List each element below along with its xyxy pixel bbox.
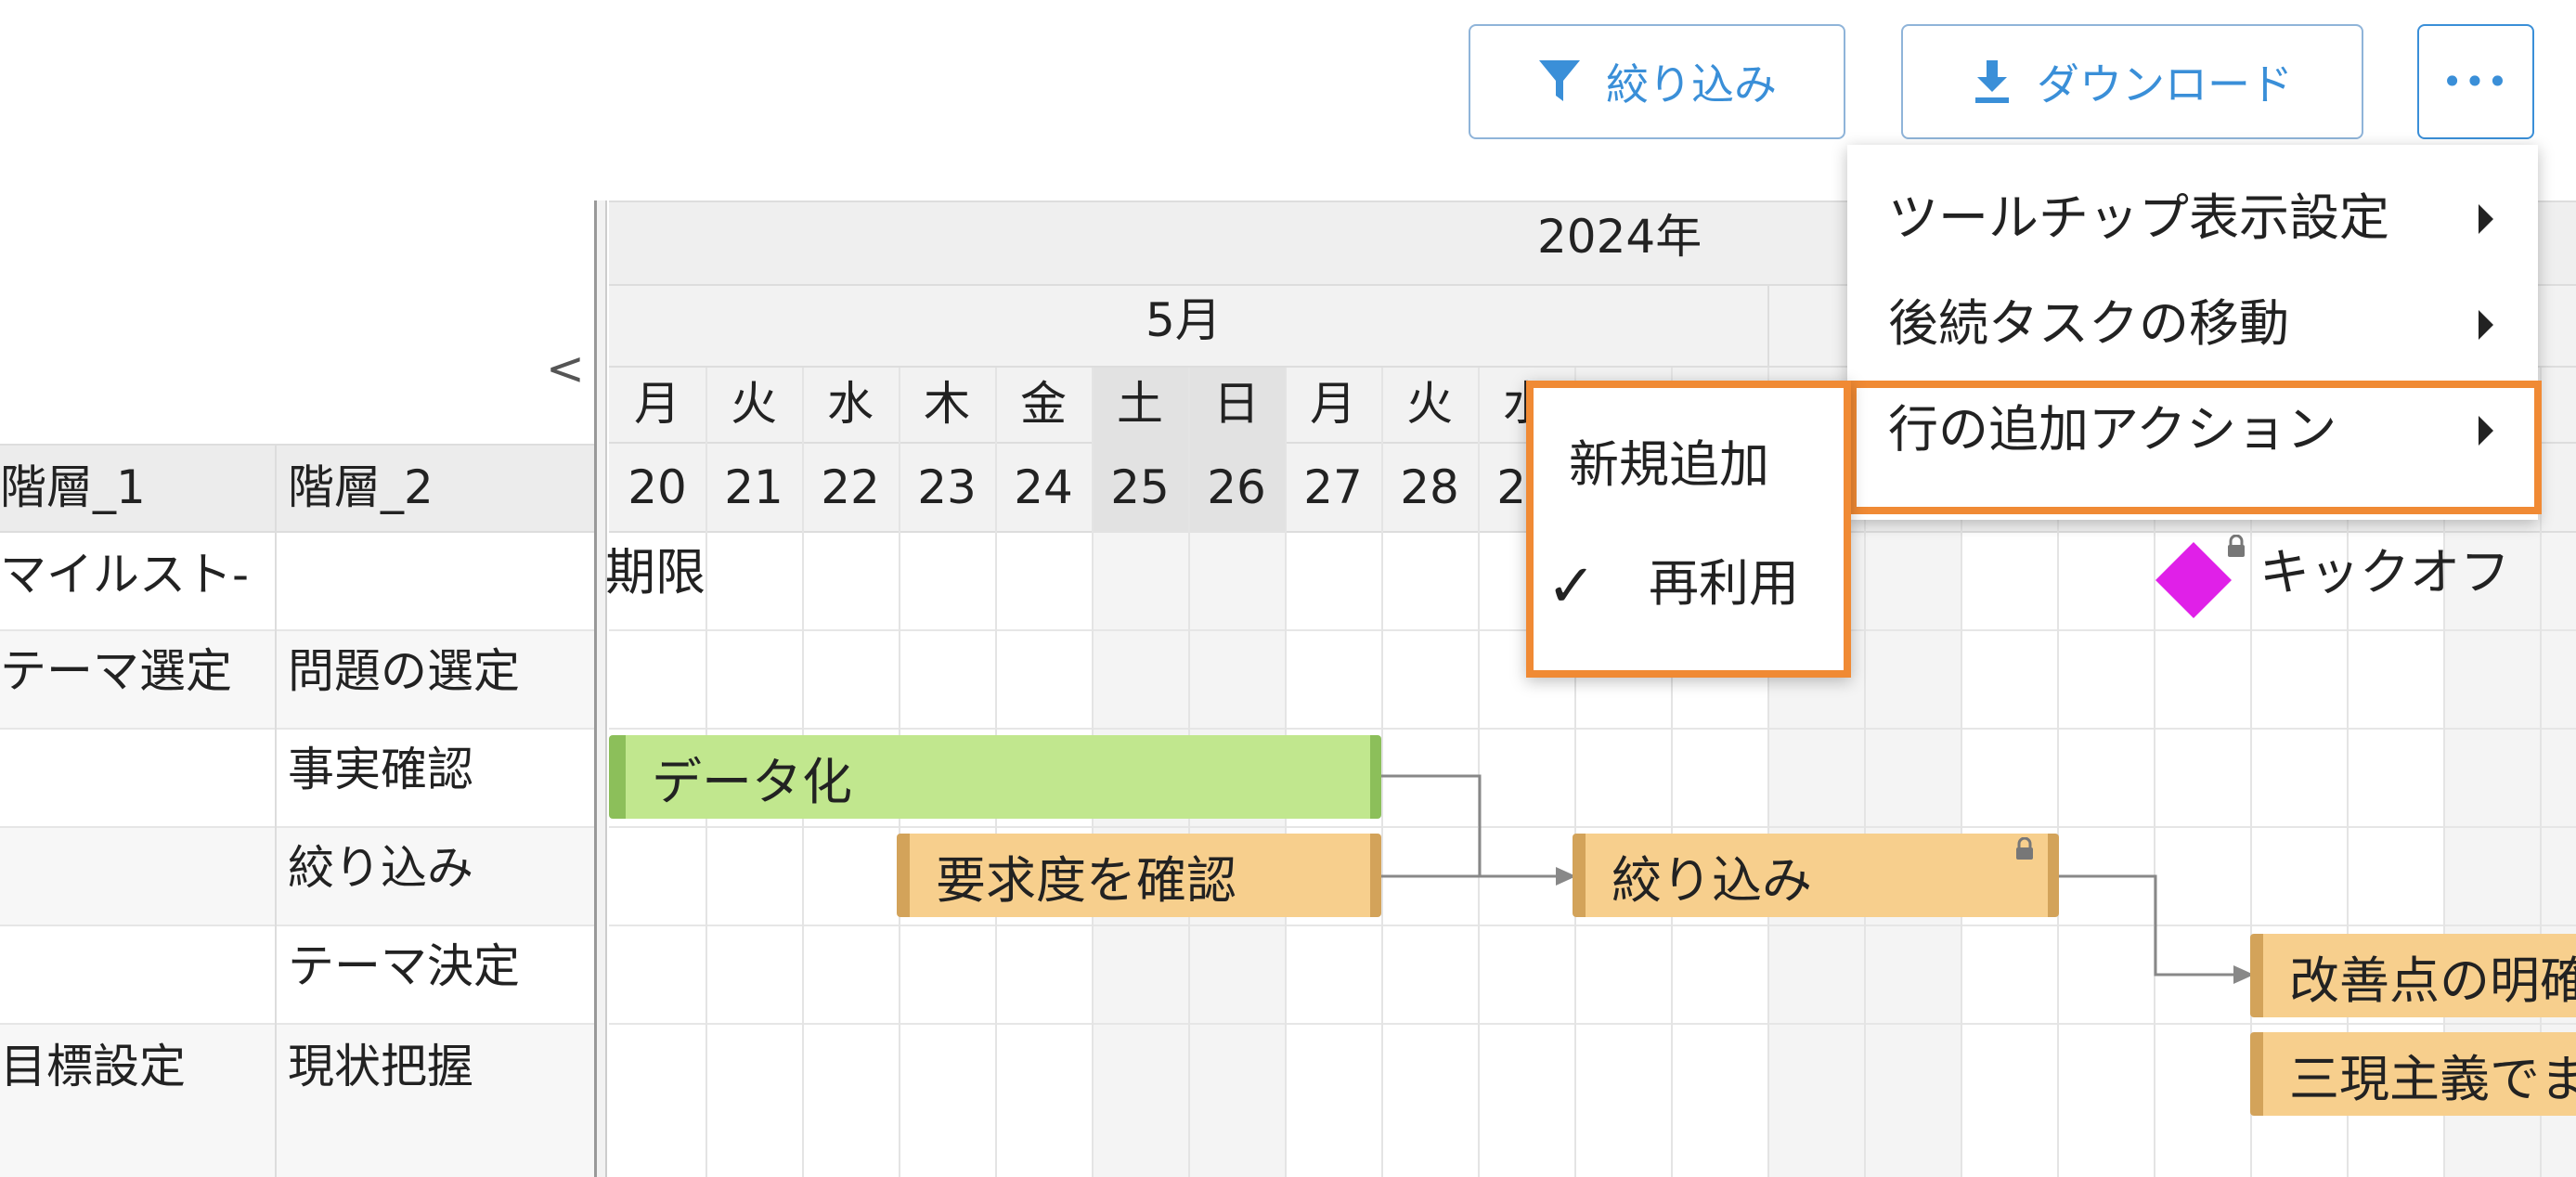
row-add-submenu — [1526, 381, 1851, 678]
submenu-item-reuse[interactable]: 再利用 — [1649, 559, 1799, 609]
task-bar[interactable]: 要求度を確認 — [897, 834, 1381, 917]
task-bar[interactable]: データ化 — [609, 735, 1381, 819]
lock-icon — [2014, 836, 2035, 865]
chevron-right-icon — [2479, 416, 2493, 446]
task-bar[interactable]: 改善点の明確 — [2250, 934, 2576, 1017]
menu-item-tooltip-settings[interactable]: ツールチップ表示設定 — [1888, 193, 2389, 243]
menu-item-move-successor[interactable]: 後続タスクの移動 — [1888, 299, 2289, 349]
task-bar[interactable]: 絞り込み — [1573, 834, 2059, 917]
task-bar[interactable]: 三現主義でま — [2250, 1032, 2576, 1116]
menu-item-row-add-action[interactable]: 行の追加アクション — [1888, 405, 2337, 455]
checkmark-icon: ✓ — [1547, 552, 1597, 621]
chevron-right-icon — [2479, 310, 2493, 340]
chevron-right-icon — [2479, 204, 2493, 234]
submenu-item-new[interactable]: 新規追加 — [1569, 440, 1769, 490]
